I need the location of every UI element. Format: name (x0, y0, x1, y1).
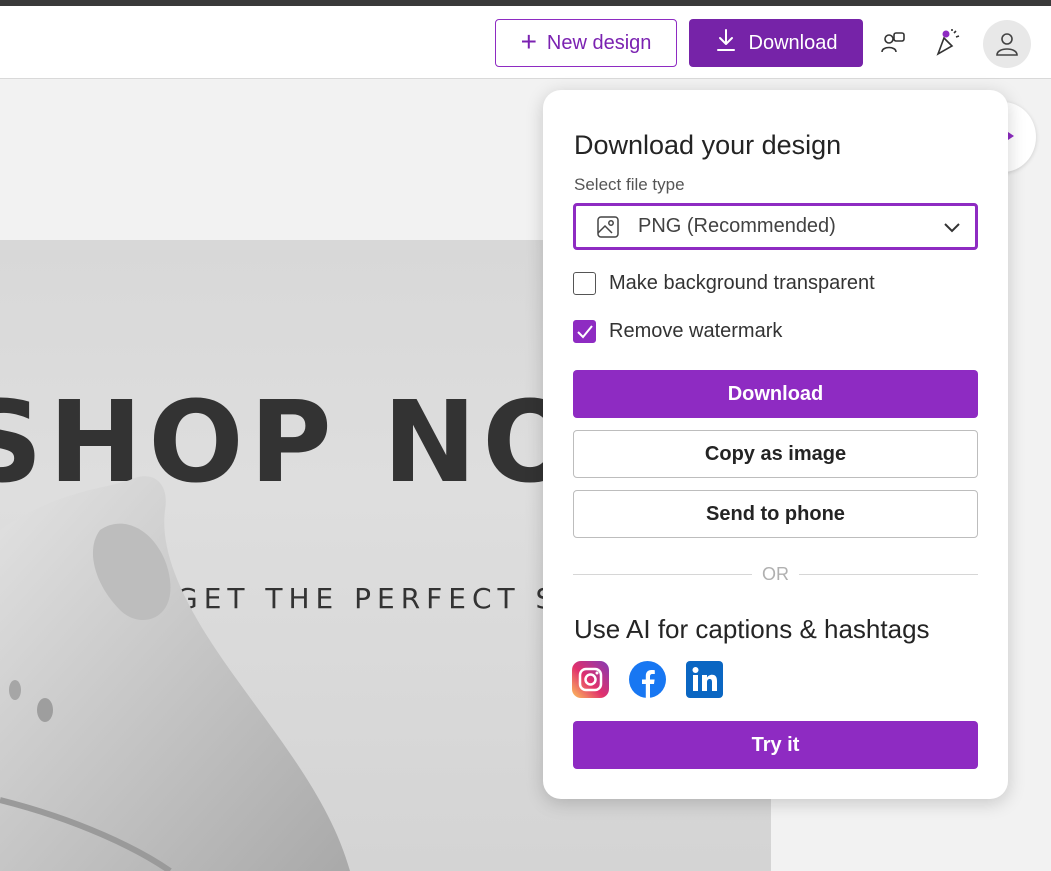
file-type-value: PNG (Recommended) (638, 215, 836, 237)
transparent-background-option[interactable]: Make background transparent (573, 272, 875, 295)
new-design-button[interactable]: + New design (495, 19, 677, 67)
linkedin-icon[interactable] (686, 661, 723, 698)
image-icon (597, 215, 619, 238)
or-label: OR (762, 563, 789, 584)
chevron-down-icon (944, 223, 960, 233)
account-avatar[interactable] (983, 20, 1031, 68)
remove-watermark-option[interactable]: Remove watermark (573, 320, 782, 343)
header-download-button[interactable]: Download (689, 19, 863, 67)
app-header: + New design Download (0, 6, 1051, 79)
instagram-icon[interactable] (572, 661, 609, 698)
file-type-label: Select file type (574, 175, 685, 194)
transparent-background-checkbox[interactable] (573, 272, 596, 295)
download-button[interactable]: Download (573, 370, 978, 418)
new-design-label: New design (546, 31, 652, 54)
remove-watermark-checkbox[interactable] (573, 320, 596, 343)
plus-icon: + (520, 25, 537, 57)
feedback-icon[interactable] (875, 25, 911, 61)
or-divider: OR (573, 564, 978, 584)
panel-title: Download your design (574, 130, 842, 160)
transparent-background-label: Make background transparent (609, 272, 875, 294)
header-download-label: Download (748, 31, 838, 54)
file-type-select[interactable]: PNG (Recommended) (573, 203, 978, 250)
facebook-icon[interactable] (629, 661, 666, 698)
download-icon (715, 28, 737, 58)
chevron-right-icon (1008, 132, 1014, 140)
try-it-button[interactable]: Try it (573, 721, 978, 769)
send-to-phone-button[interactable]: Send to phone (573, 490, 978, 538)
sneaker-image (0, 476, 350, 871)
celebrate-icon[interactable] (929, 25, 965, 61)
download-panel: Download your design Select file type PN… (543, 90, 1008, 799)
checkmark-icon (576, 324, 593, 338)
account-icon (996, 33, 1018, 56)
copy-as-image-button[interactable]: Copy as image (573, 430, 978, 478)
ai-captions-title: Use AI for captions & hashtags (574, 614, 930, 644)
remove-watermark-label: Remove watermark (609, 320, 783, 342)
